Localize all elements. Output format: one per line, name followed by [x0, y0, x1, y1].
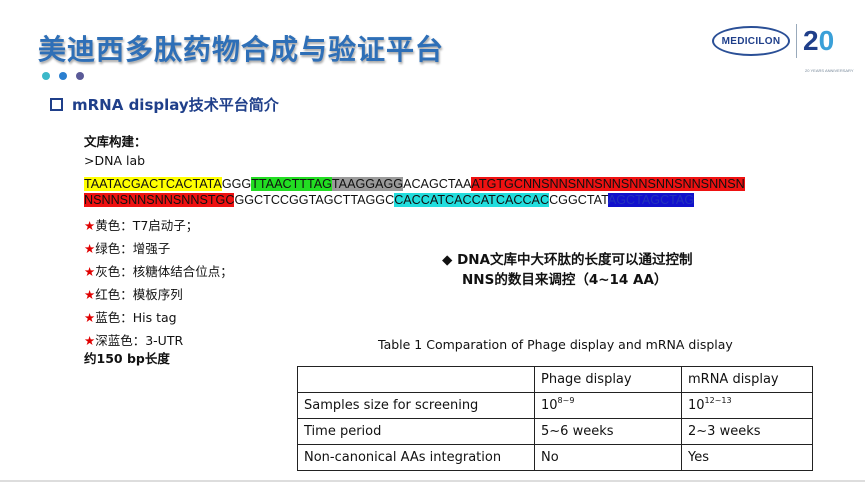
table-header-cell: mRNA display — [681, 366, 813, 393]
section-heading-text: mRNA display技术平台简介 — [72, 96, 279, 114]
sequence-segment: TTAACTTTAG — [251, 177, 332, 191]
table-cell: 2~3 weeks — [681, 418, 813, 445]
star-icon: ★ — [84, 218, 96, 233]
key-point-line-2: NNS的数目来调控（4~14 AA） — [462, 272, 668, 288]
table-caption: Table 1 Comparation of Phage display and… — [378, 337, 733, 352]
dot-2 — [59, 72, 67, 80]
table-row: Time period 5~6 weeks 2~3 weeks — [297, 418, 813, 445]
dot-1 — [42, 72, 50, 80]
title-dots — [42, 72, 84, 80]
legend-item: ★黄色：T7启动子； — [84, 214, 233, 237]
sequence-segment: CGGCTAT — [549, 193, 608, 207]
star-icon: ★ — [84, 287, 96, 302]
anniv-sub: 20 YEARS ANNIVERSARY — [805, 68, 854, 73]
medicilon-logo: MEDICILON 20 20 YEARS ANNIVERSARY — [712, 24, 854, 74]
sequence-segment: TAAGGAGG — [331, 177, 404, 191]
table-row: Non-canonical AAs integration No Yes — [297, 444, 813, 471]
logo-separator — [796, 24, 797, 58]
table-cell: 5~6 weeks — [534, 418, 682, 445]
comparison-table: Phage display mRNA display Samples size … — [297, 366, 813, 471]
legend-item: ★灰色：核糖体结合位点； — [84, 260, 233, 283]
legend-item: ★红色：模板序列 — [84, 283, 233, 306]
legend-item: ★绿色：增强子 — [84, 237, 233, 260]
key-point-line-1: DNA文库中大环肽的长度可以通过控制 — [457, 252, 693, 268]
table-cell: 1012~13 — [681, 392, 813, 419]
table-cell: Yes — [681, 444, 813, 471]
diamond-bullet-icon: ◆ — [442, 252, 453, 268]
sequence-line-2: NSNNSNNSNNSNNSTGCGGCTCCGGTAGCTTAGGCCACCA… — [84, 192, 695, 208]
logo-brand: MEDICILON — [712, 26, 790, 56]
table-cell: Time period — [297, 418, 535, 445]
star-icon: ★ — [84, 310, 96, 325]
anniv-digit-0: 0 — [818, 25, 835, 56]
anniversary-logo: 20 20 YEARS ANNIVERSARY — [803, 25, 854, 74]
table-header-cell — [297, 366, 535, 393]
table-header-row: Phage display mRNA display — [297, 366, 813, 393]
legend-text: 蓝色：His tag — [95, 310, 177, 325]
table-header-cell: Phage display — [534, 366, 682, 393]
square-bullet-icon — [50, 98, 63, 111]
table-row: Samples size for screening 108~9 1012~13 — [297, 392, 813, 419]
sequence-segment: CACCATCACCATCACCAC — [394, 193, 550, 207]
phage-size-exp: 8~9 — [557, 396, 575, 405]
library-label: >DNA lab — [84, 153, 146, 168]
mrna-size-base: 10 — [688, 398, 705, 413]
library-heading: 文库构建： — [84, 134, 147, 149]
phage-size-base: 10 — [541, 398, 558, 413]
mrna-size-exp: 12~13 — [704, 396, 732, 405]
table-cell: 108~9 — [534, 392, 682, 419]
library-length: 约150 bp长度 — [84, 351, 170, 366]
key-point: ◆ DNA文库中大环肽的长度可以通过控制 NNS的数目来调控（4~14 AA） — [442, 250, 693, 290]
color-legend: ★黄色：T7启动子； ★绿色：增强子 ★灰色：核糖体结合位点； ★红色：模板序列… — [84, 214, 233, 352]
slide: 美迪西多肽药物合成与验证平台 MEDICILON 20 20 YEARS ANN… — [0, 0, 865, 482]
page-title: 美迪西多肽药物合成与验证平台 — [38, 33, 445, 66]
dot-3 — [76, 72, 84, 80]
legend-text: 深蓝色：3-UTR — [95, 333, 184, 348]
legend-text: 红色：模板序列 — [95, 287, 183, 302]
sequence-line-1: TAATACGACTCACTATAGGGTTAACTTTAGTAAGGAGGAC… — [84, 176, 745, 192]
anniv-digit-2: 2 — [803, 25, 819, 56]
star-icon: ★ — [84, 241, 96, 256]
legend-text: 黄色：T7启动子； — [95, 218, 199, 233]
legend-item: ★蓝色：His tag — [84, 306, 233, 329]
table-cell: Samples size for screening — [297, 392, 535, 419]
sequence-segment: TAATACGACTCACTATA — [84, 177, 222, 191]
sequence-segment: NSNNSNNSNNSNNSTGC — [84, 193, 235, 207]
table-cell: Non-canonical AAs integration — [297, 444, 535, 471]
sequence-segment: GGG — [221, 177, 252, 191]
table-cell: No — [534, 444, 682, 471]
sequence-segment: AGCTAGCTAG — [607, 193, 695, 207]
star-icon: ★ — [84, 333, 96, 348]
legend-text: 灰色：核糖体结合位点； — [95, 264, 233, 279]
sequence-segment: ATGTGCNNSNNSNNSNNSNNSNNSNNSNNSN — [471, 177, 745, 191]
star-icon: ★ — [84, 264, 96, 279]
section-heading: mRNA display技术平台简介 — [50, 94, 279, 115]
sequence-segment: ACAGCTAA — [403, 177, 472, 191]
legend-text: 绿色：增强子 — [95, 241, 171, 256]
sequence-segment: GGCTCCGGTAGCTTAGGC — [234, 193, 395, 207]
